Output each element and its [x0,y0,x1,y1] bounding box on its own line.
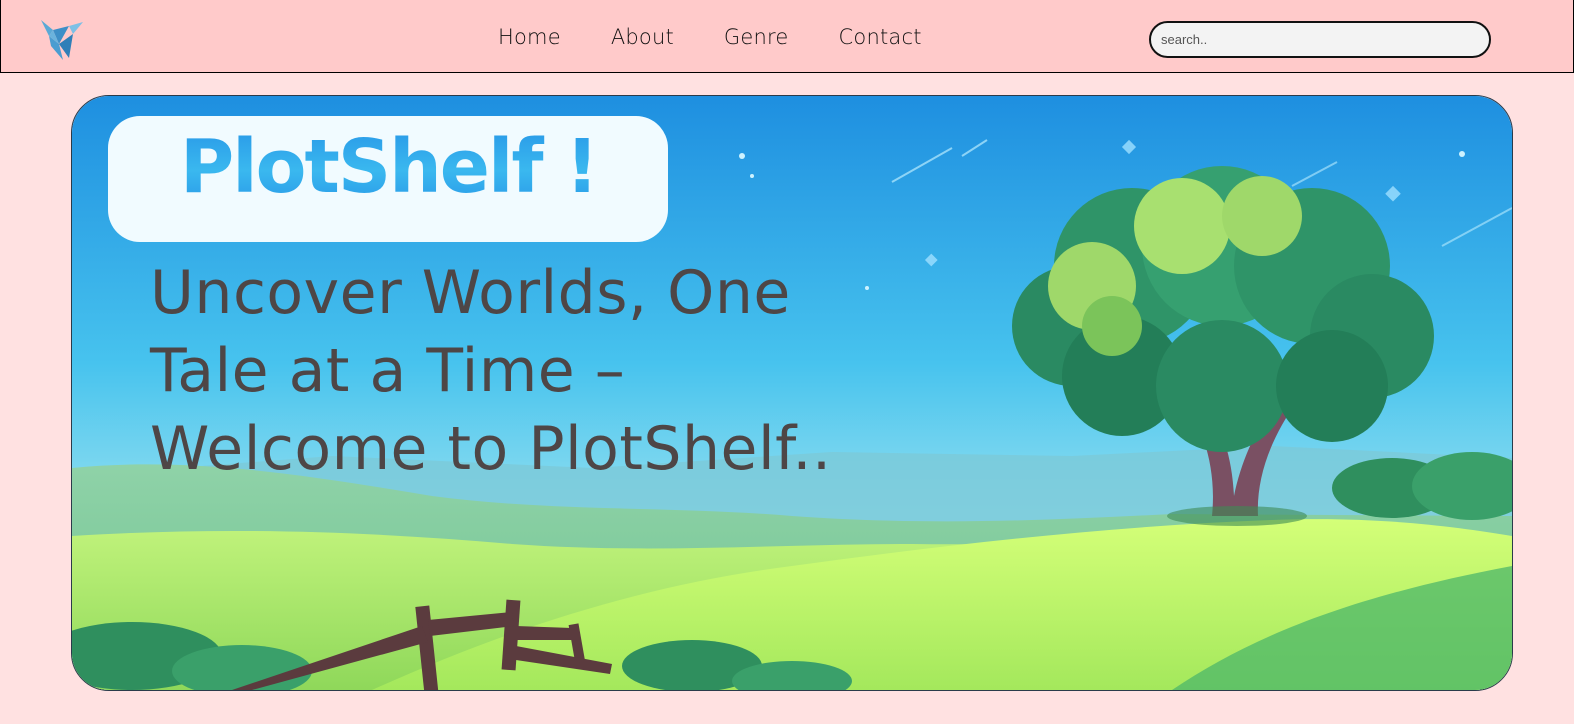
hero-tagline: Uncover Worlds, One Tale at a Time – Wel… [150,258,832,484]
nav-genre[interactable]: Genre [724,25,789,49]
nav-about[interactable]: About [611,25,674,49]
top-navbar: Home About Genre Contact [0,0,1574,73]
nav-contact[interactable]: Contact [839,25,922,49]
bird-icon[interactable] [39,14,85,62]
nav-home[interactable]: Home [498,25,561,49]
brand-title: PlotShelf ! [180,124,599,210]
nav-links: Home About Genre Contact [498,25,922,49]
search-input[interactable] [1149,21,1491,58]
